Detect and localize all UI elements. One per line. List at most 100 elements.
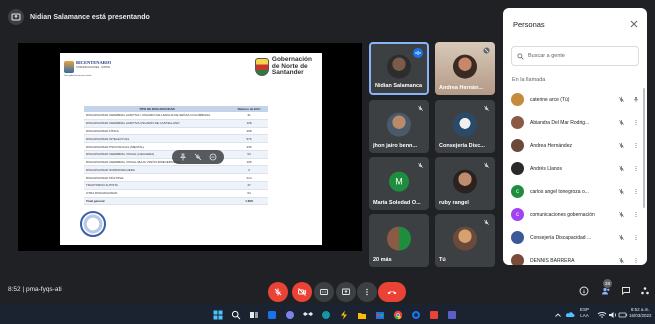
windows-start-icon[interactable] <box>212 309 223 320</box>
seal-logo <box>80 211 106 237</box>
disability-type-cell: Total general <box>84 197 230 206</box>
edge-icon[interactable] <box>320 309 331 320</box>
tray-chevron-icon[interactable] <box>552 309 563 320</box>
disability-type-cell: OTRA DISCAPACIDAD <box>84 189 230 198</box>
mic-off-icon <box>274 288 282 296</box>
tile-name: Andrea Hernán... <box>439 85 484 91</box>
widgets-icon[interactable] <box>266 309 277 320</box>
present-button[interactable] <box>336 282 356 302</box>
activities-icon[interactable] <box>639 285 651 297</box>
tile-name: Tú <box>439 257 446 263</box>
tile-participant[interactable]: jhon jairo benn... <box>369 100 429 153</box>
info-icon[interactable] <box>578 285 590 297</box>
more-vert-icon[interactable] <box>633 165 639 173</box>
task-view-icon[interactable] <box>248 309 259 320</box>
camera-toggle-button[interactable] <box>292 282 312 302</box>
participant-row[interactable]: Andrés Llanos <box>503 157 647 180</box>
remove-icon[interactable] <box>208 153 217 162</box>
chat-app-icon[interactable] <box>284 309 295 320</box>
speaking-icon <box>413 48 423 58</box>
disability-type-cell: TRASTORNO AUTISTA <box>84 181 230 190</box>
wifi-icon[interactable] <box>596 309 607 320</box>
dropbox-icon[interactable] <box>302 309 313 320</box>
teams-icon[interactable] <box>446 309 457 320</box>
lightning-app-icon[interactable] <box>338 309 349 320</box>
hang-up-icon <box>387 291 397 295</box>
tile-name: 20 más <box>373 257 392 263</box>
clock[interactable]: 8:52 a.m. 16/03/2022 <box>629 307 652 318</box>
onedrive-icon[interactable] <box>564 309 575 320</box>
participant-name: Abiandra Del Mar Rodrig... <box>530 119 590 126</box>
tile-more-participants[interactable]: 20 más <box>369 214 429 267</box>
clock-time: 8:52 a.m. <box>630 307 650 312</box>
presenter-banner: Nidian Salamance está presentando <box>8 8 150 26</box>
presenter-text: Nidian Salamance está presentando <box>30 13 150 21</box>
language-indicator[interactable]: ESP LAA <box>580 307 589 318</box>
table-row: DISCAPACIDAD PSICOSOCIAL (MENTAL) 236 <box>84 142 268 151</box>
more-vert-icon[interactable] <box>633 211 639 219</box>
os-taskbar: ESP LAA 8:52 a.m. 16/03/2022 <box>0 304 655 324</box>
meeting-info: 8:52 | pma-fyqs-ati <box>8 286 62 293</box>
more-vert-icon[interactable] <box>633 257 639 265</box>
store-icon[interactable] <box>374 309 385 320</box>
mic-off-icon[interactable] <box>617 257 625 265</box>
chat-icon[interactable] <box>620 285 632 297</box>
pin-icon[interactable] <box>179 153 188 162</box>
count-cell: 41 <box>230 112 268 120</box>
tile-participant[interactable]: ruby rangel <box>435 157 495 210</box>
battery-icon[interactable] <box>617 309 628 320</box>
mic-off-icon[interactable] <box>617 96 625 104</box>
panel-scrollbar[interactable] <box>643 88 645 208</box>
panel-title: Personas <box>513 20 545 29</box>
mic-off-icon[interactable] <box>617 211 625 219</box>
presentation-stage[interactable]: BICENTENARIO COMUNICACIONES · NORTE Una … <box>18 43 362 251</box>
participant-row[interactable]: Abiandra Del Mar Rodrig... <box>503 111 647 134</box>
participant-row[interactable]: c comunicaciones gobernación <box>503 203 647 226</box>
count-cell: 214 <box>230 173 268 183</box>
word-icon[interactable] <box>428 309 439 320</box>
mic-off-icon[interactable] <box>617 234 625 242</box>
more-options-button[interactable] <box>357 282 377 302</box>
table-row: DISCAPACIDAD MÚLTIPLE 214 <box>84 173 268 183</box>
participant-row[interactable]: c carlos angel tonegroza o... <box>503 180 647 203</box>
participant-row[interactable]: DENNIS BARRERA <box>503 249 647 265</box>
avatar <box>511 162 524 175</box>
file-explorer-icon[interactable] <box>356 309 367 320</box>
participant-name: Andrés Llanos <box>530 165 562 172</box>
count-cell: 47 <box>230 181 268 190</box>
opera-icon[interactable] <box>410 309 421 320</box>
more-vert-icon[interactable] <box>633 119 639 127</box>
participant-row[interactable]: Andrea Hernández <box>503 134 647 157</box>
tile-participant[interactable]: Consejería Disc... <box>435 100 495 153</box>
mic-toggle-button[interactable] <box>268 282 288 302</box>
tile-participant[interactable]: M María Soledad O... <box>369 157 429 210</box>
participant-row[interactable]: Consejería Discapacidad ... <box>503 226 647 249</box>
count-cell: 105 <box>230 158 268 167</box>
avatar <box>453 54 477 79</box>
pin-icon[interactable] <box>633 96 639 104</box>
mute-icon[interactable] <box>193 153 202 162</box>
participants-count-badge: 28 <box>603 279 612 288</box>
table-row: DISCAPACIDAD FÍSICA 268 <box>84 127 268 136</box>
mic-off-icon <box>482 104 491 113</box>
tile-self[interactable]: Tú <box>435 214 495 267</box>
tile-participant[interactable]: Andrea Hernán... <box>435 42 495 95</box>
chrome-icon[interactable] <box>392 309 403 320</box>
participant-row[interactable]: caterine arce (Tú) <box>503 88 647 111</box>
mic-off-icon[interactable] <box>617 142 625 150</box>
captions-button[interactable] <box>314 282 334 302</box>
mic-off-icon[interactable] <box>617 165 625 173</box>
close-icon[interactable] <box>629 19 639 29</box>
table-row: DISCAPACIDAD SORDOCEGUERA 3 <box>84 165 268 175</box>
more-vert-icon[interactable] <box>633 234 639 242</box>
search-input[interactable]: Buscar a gente <box>511 46 639 66</box>
mic-off-icon[interactable] <box>617 119 625 127</box>
tile-participant[interactable]: Nidian Salamanca <box>369 42 429 95</box>
search-icon[interactable] <box>230 309 241 320</box>
end-call-button[interactable] <box>378 282 406 302</box>
disability-type-cell: DISCAPACIDAD CEREBRAL AUDITIVA USUARIO D… <box>84 119 230 128</box>
more-vert-icon[interactable] <box>633 188 639 196</box>
participant-name: carlos angel tonegroza o... <box>530 188 589 195</box>
more-vert-icon[interactable] <box>633 142 639 150</box>
mic-off-icon[interactable] <box>617 188 625 196</box>
